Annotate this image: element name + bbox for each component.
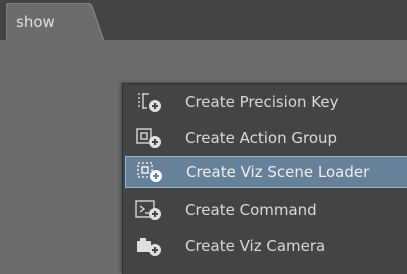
tab-show[interactable]: show [6, 3, 106, 41]
menu-item-create-viz-camera[interactable]: Create Viz Camera [125, 230, 407, 262]
context-menu: Create Precision Key Create Action Group [122, 83, 407, 274]
scene-loader-add-icon [134, 159, 168, 185]
precision-key-add-icon [133, 89, 167, 115]
menu-item-label: Create Action Group [185, 129, 338, 147]
camera-add-icon [133, 233, 167, 259]
command-add-icon [133, 197, 167, 223]
tab-bar: show [0, 0, 407, 41]
menu-item-create-command[interactable]: Create Command [125, 194, 407, 226]
menu-item-label: Create Command [185, 201, 317, 219]
menu-item-create-precision-key[interactable]: Create Precision Key [125, 86, 407, 118]
action-group-add-icon [133, 125, 167, 151]
menu-item-create-viz-scene-loader[interactable]: Create Viz Scene Loader [125, 156, 407, 188]
menu-item-label: Create Viz Scene Loader [186, 163, 370, 181]
tab-label: show [16, 13, 55, 31]
menu-item-label: Create Precision Key [185, 93, 339, 111]
menu-item-create-action-group[interactable]: Create Action Group [125, 122, 407, 154]
menu-item-label: Create Viz Camera [185, 237, 326, 255]
